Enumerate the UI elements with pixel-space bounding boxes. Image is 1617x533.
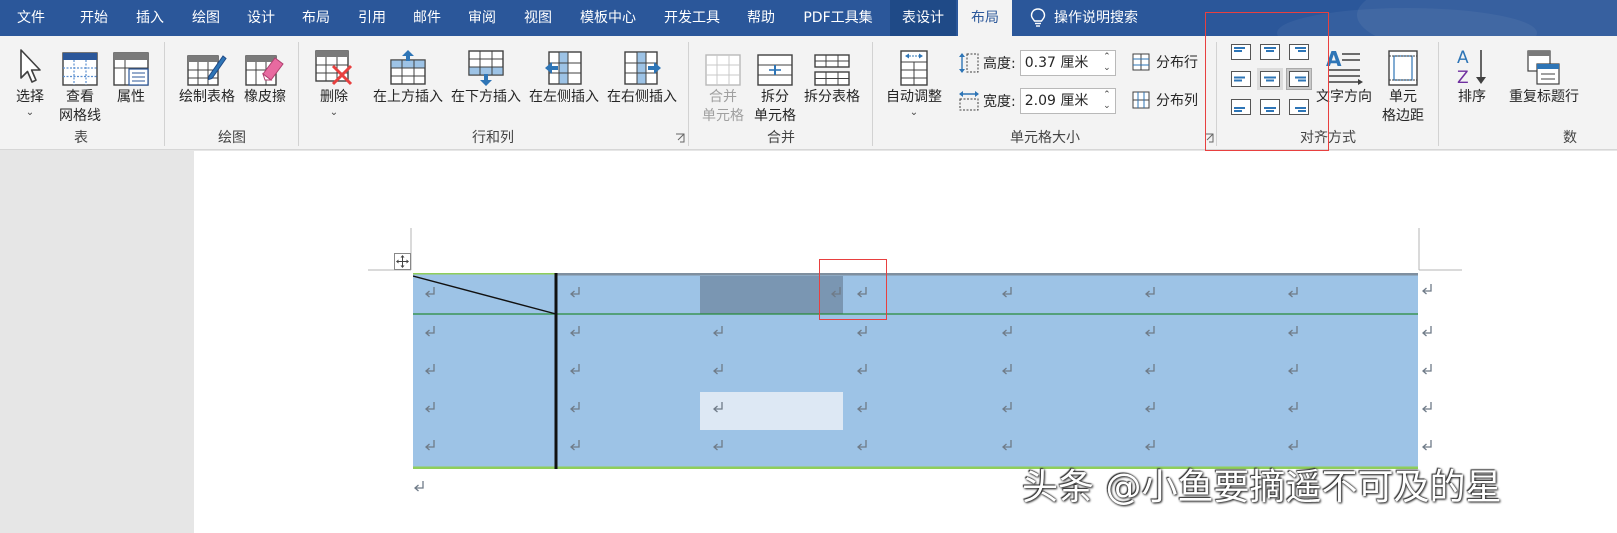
annotation-box-alignment [1205,12,1329,151]
end-of-row-marks [1422,284,1432,451]
annotation-box-cell [819,259,887,320]
paragraph-mark-icon [414,481,424,492]
watermark-text: 头条 @小鱼要摘遥不可及的星 [1022,467,1502,508]
light-cell[interactable] [700,392,843,430]
selected-cells[interactable] [413,273,1418,469]
table-move-handle-icon[interactable] [394,253,411,270]
document-table[interactable] [413,273,1418,469]
